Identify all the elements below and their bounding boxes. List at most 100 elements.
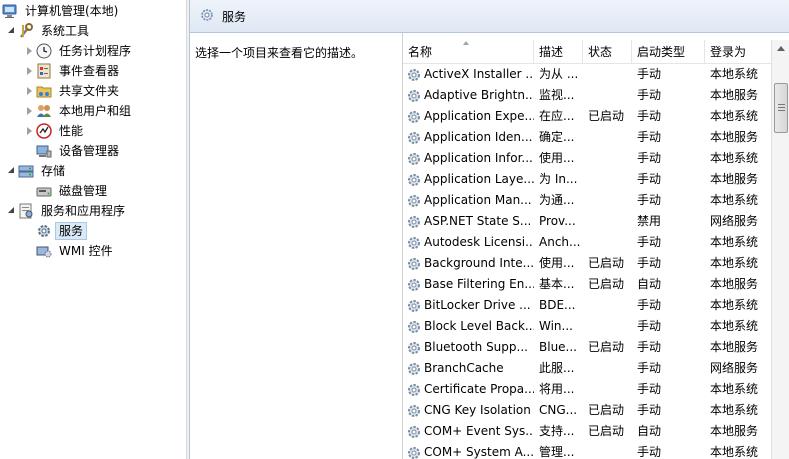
tree-item-shared-folders[interactable]: 共享文件夹 (0, 81, 186, 101)
expand-arrow-icon[interactable] (24, 66, 34, 76)
service-log-on-as: 本地系统 (710, 235, 759, 249)
service-description: Anch... (539, 235, 581, 249)
service-log-on-as: 本地服务 (710, 424, 759, 438)
service-name-cell: Application Infor... (406, 148, 534, 169)
column-header-description[interactable]: 描述 (534, 40, 583, 64)
tree-item-services-and-apps[interactable]: 服务和应用程序 (0, 201, 186, 221)
service-startup-type: 禁用 (637, 214, 662, 228)
service-name: Block Level Back... (424, 319, 534, 333)
tree-item-system-tools[interactable]: 系统工具 (0, 21, 186, 41)
table-row[interactable]: Background Inte... 使用... 已启动 手动 本地系统 (403, 253, 771, 274)
service-startup-type: 手动 (637, 67, 662, 81)
tree-item-services[interactable]: 服务 (0, 221, 186, 241)
service-log-on-as: 本地服务 (710, 340, 759, 354)
services-list: 名称 描述 状态 启动类型 登录为 ActiveX Installer ... 为… (402, 33, 789, 459)
service-description: Prov... (539, 214, 576, 228)
service-name-cell: Certificate Propa... (406, 379, 534, 400)
performance-icon (36, 123, 52, 139)
table-row[interactable]: Application Man... 为通... 手动 本地系统 (403, 190, 771, 211)
table-row[interactable]: Application Expe... 在应... 已启动 手动 本地系统 (403, 106, 771, 127)
tree-item-disk-management[interactable]: 磁盘管理 (0, 181, 186, 201)
service-name: Autodesk Licensi... (424, 235, 534, 249)
service-startup-type: 手动 (637, 235, 662, 249)
shared-folder-icon (36, 83, 52, 99)
service-log-on-as: 网络服务 (710, 214, 759, 228)
column-header-status[interactable]: 状态 (583, 40, 632, 64)
scroll-up-arrow-icon[interactable] (772, 40, 789, 57)
service-description: 在应... (539, 109, 575, 123)
service-name-cell: Application Iden... (406, 127, 534, 148)
table-row[interactable]: COM+ Event Sys... 支持... 已启动 自动 本地服务 (403, 421, 771, 442)
storage-icon (18, 163, 34, 179)
service-log-on-as: 本地服务 (710, 130, 759, 144)
service-log-on-as: 本地系统 (710, 67, 759, 81)
tree-item-label: 磁盘管理 (59, 184, 108, 198)
service-name: Application Infor... (424, 151, 533, 165)
service-gear-icon (406, 193, 422, 209)
expand-arrow-icon[interactable] (6, 26, 16, 36)
service-name-cell: COM+ Event Sys... (406, 421, 534, 442)
table-row[interactable]: Adaptive Brightn... 监视... 手动 本地服务 (403, 85, 771, 106)
table-row[interactable]: Bluetooth Supp... Blue... 已启动 手动 本地服务 (403, 337, 771, 358)
tree-item-label: 服务和应用程序 (41, 204, 126, 218)
service-name: Application Laye... (424, 172, 534, 186)
table-row[interactable]: CNG Key Isolation CNG... 已启动 手动 本地系统 (403, 400, 771, 421)
vertical-scrollbar[interactable] (771, 40, 789, 459)
table-row[interactable]: BitLocker Drive ... BDE... 手动 本地系统 (403, 295, 771, 316)
expand-arrow-icon[interactable] (24, 46, 34, 56)
column-header-label: 启动类型 (637, 45, 686, 59)
tree-item-event-viewer[interactable]: 事件查看器 (0, 61, 186, 81)
table-row[interactable]: COM+ System A... 管理... 手动 本地系统 (403, 442, 771, 459)
tree-item-local-users[interactable]: 本地用户和组 (0, 101, 186, 121)
service-name: Bluetooth Supp... (424, 340, 528, 354)
table-row[interactable]: Autodesk Licensi... Anch... 手动 本地系统 (403, 232, 771, 253)
table-row[interactable]: BranchCache 此服... 手动 网络服务 (403, 358, 771, 379)
service-name-cell: Background Inte... (406, 253, 534, 274)
column-header-log-on-as[interactable]: 登录为 (705, 40, 771, 64)
tree-item-root[interactable]: 计算机管理(本地) (0, 1, 186, 21)
service-log-on-as: 本地系统 (710, 445, 759, 459)
service-gear-icon (406, 361, 422, 377)
service-description: 使用... (539, 256, 575, 270)
service-gear-icon (406, 382, 422, 398)
table-row[interactable]: Base Filtering En... 基本... 已启动 自动 本地服务 (403, 274, 771, 295)
service-description: 基本... (539, 277, 575, 291)
service-description: 为通... (539, 193, 575, 207)
tree-item-task-scheduler[interactable]: 任务计划程序 (0, 41, 186, 61)
column-header-startup-type[interactable]: 启动类型 (632, 40, 705, 64)
column-header-name[interactable]: 名称 (403, 40, 534, 64)
description-panel: 选择一个项目来查看它的描述。 (190, 33, 400, 459)
tree-item-label: 设备管理器 (59, 144, 120, 158)
expand-arrow-icon[interactable] (24, 86, 34, 96)
table-row[interactable]: Application Laye... 为 In... 手动 本地服务 (403, 169, 771, 190)
table-row[interactable]: Block Level Back... Win... 手动 本地系统 (403, 316, 771, 337)
table-row[interactable]: Certificate Propa... 将用... 手动 本地系统 (403, 379, 771, 400)
tree-item-storage[interactable]: 存储 (0, 161, 186, 181)
tree-item-wmi-control[interactable]: WMI 控件 (0, 241, 186, 261)
tree-item-device-manager[interactable]: 设备管理器 (0, 141, 186, 161)
service-status (588, 169, 630, 190)
service-name: CNG Key Isolation (424, 403, 531, 417)
expand-arrow-icon[interactable] (6, 206, 16, 216)
table-row[interactable]: Application Iden... 确定... 手动 本地服务 (403, 127, 771, 148)
table-row[interactable]: ActiveX Installer ... 为从 ... 手动 本地系统 (403, 64, 771, 85)
clock-icon (36, 43, 52, 59)
table-row[interactable]: ASP.NET State S... Prov... 禁用 网络服务 (403, 211, 771, 232)
thumb-grip (778, 107, 785, 108)
expand-arrow-icon[interactable] (24, 126, 34, 136)
service-description: 监视... (539, 88, 575, 102)
service-gear-icon (406, 151, 422, 167)
table-row[interactable]: Application Infor... 使用... 手动 本地系统 (403, 148, 771, 169)
service-name: Application Man... (424, 193, 532, 207)
service-status (588, 211, 630, 232)
service-description: 使用... (539, 151, 575, 165)
service-log-on-as: 本地系统 (710, 256, 759, 270)
scroll-thumb[interactable] (774, 83, 788, 133)
service-name: Application Expe... (424, 109, 534, 123)
service-name: BitLocker Drive ... (424, 298, 531, 312)
tree-item-performance[interactable]: 性能 (0, 121, 186, 141)
expand-arrow-icon[interactable] (6, 166, 16, 176)
expand-arrow-icon[interactable] (24, 106, 34, 116)
tree-item-label: 事件查看器 (59, 64, 120, 78)
gear-icon (36, 223, 52, 239)
